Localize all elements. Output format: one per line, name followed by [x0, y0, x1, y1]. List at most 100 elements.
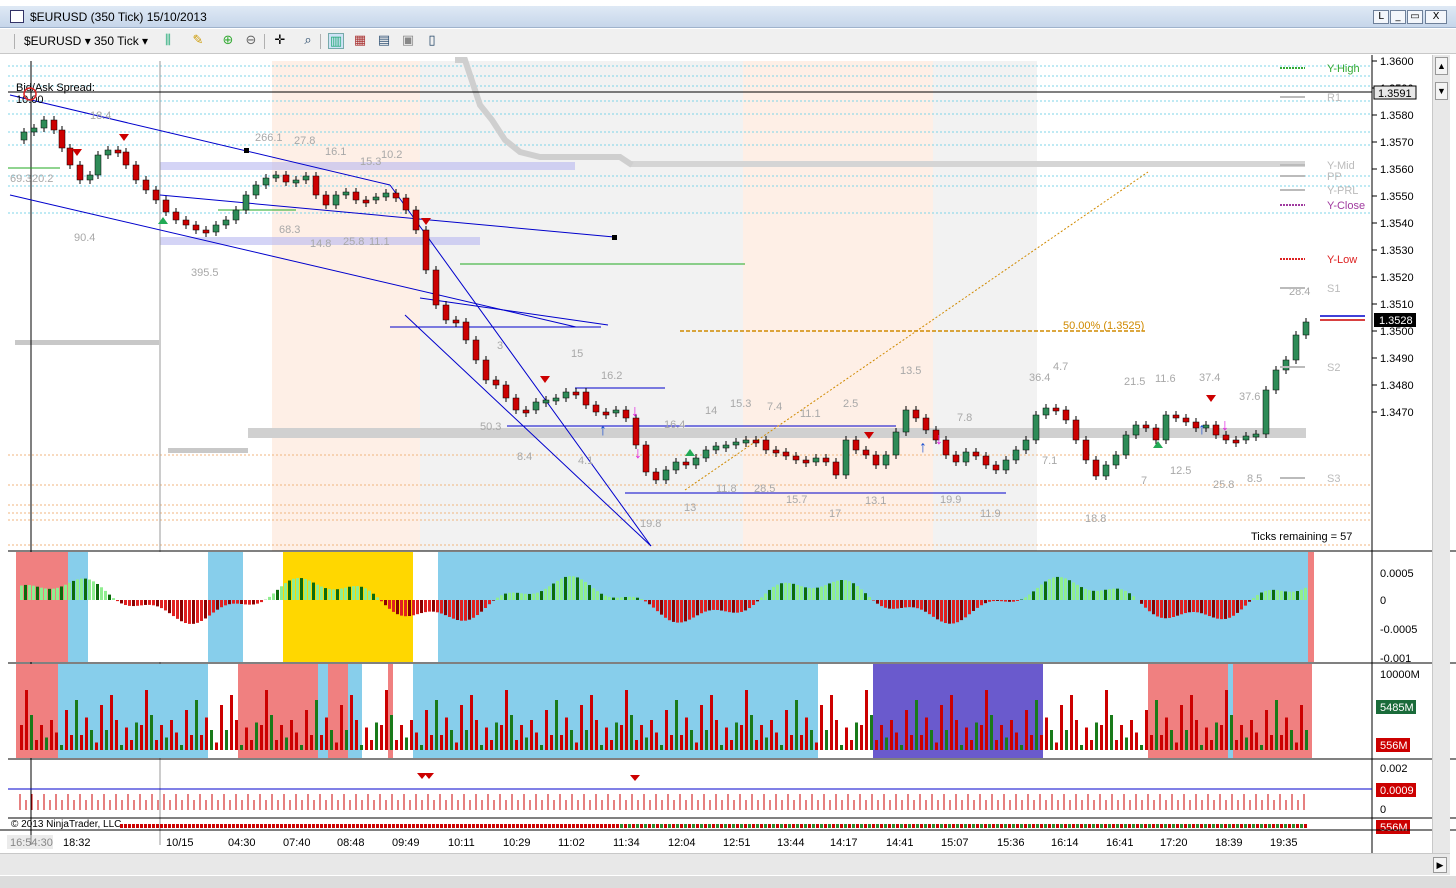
swing-label: 3 [497, 340, 503, 352]
bear-candle [762, 439, 770, 451]
delta-bar [880, 600, 883, 607]
strategies-icon[interactable]: ▤ [376, 33, 392, 49]
volume-bar [375, 722, 378, 750]
bull-candle [252, 184, 260, 196]
copyright: © 2013 NinjaTrader, LLC [11, 819, 121, 830]
bear-candle [1172, 414, 1180, 419]
volume-bar [75, 700, 78, 750]
volume-bar [1035, 700, 1038, 750]
bull-candle [332, 194, 340, 206]
cumulative-bar [548, 824, 551, 828]
bear-candle [132, 164, 140, 181]
scroll-up-icon[interactable]: ▲ [1435, 57, 1448, 75]
cumulative-bar [1188, 824, 1191, 828]
cumulative-bar [200, 824, 203, 828]
volume-bar [490, 740, 493, 750]
volume-bar [370, 740, 373, 750]
price-chart[interactable]: ↑ ↑ ↑ ↓ ↓ ↓ ↓ 69.3 20.2 18.4 90.4 266.1 27.8 16.1 15.3… [0, 55, 1456, 855]
volume-bar [95, 742, 98, 750]
cumulative-bar [1120, 824, 1123, 828]
properties-icon[interactable]: ▣ [400, 33, 416, 49]
bull-candle [812, 457, 820, 463]
instrument-selector[interactable]: $EURUSD ▾ [24, 33, 91, 50]
volume-bar [1125, 737, 1128, 750]
scroll-right-icon[interactable]: ▶ [1433, 857, 1447, 873]
delta-bar [820, 586, 823, 600]
bull-candle [40, 119, 48, 129]
period-selector[interactable]: 350 Tick ▾ [94, 33, 148, 50]
delta-bar [1156, 600, 1159, 617]
delta-bar [272, 593, 275, 600]
cumulative-bar [1060, 824, 1063, 828]
instrument-label: $EURUSD [24, 34, 82, 48]
cumulative-bar [1296, 824, 1299, 828]
delta-bar [1228, 600, 1231, 618]
volume-bar [865, 690, 868, 750]
cumulative-bar [316, 824, 319, 828]
delta-bar [572, 576, 575, 600]
delta-bar [440, 600, 443, 614]
profile-band [630, 161, 1305, 167]
maximize-button[interactable]: ▭ [1407, 10, 1423, 24]
delta-bar [696, 600, 699, 616]
volume-bar [740, 725, 743, 750]
cumulative-bar [1124, 824, 1127, 828]
cumulative-bar [1220, 824, 1223, 828]
cumulative-bar [444, 824, 447, 828]
volume-bar [920, 735, 923, 750]
cumulative-bar [328, 824, 331, 828]
delta-bar [508, 592, 511, 600]
swing-label: 90.4 [74, 232, 95, 244]
cumulative-bar [1152, 824, 1155, 828]
template-icon[interactable]: ▯ [424, 33, 440, 49]
bear-candle [472, 339, 480, 361]
cumulative-bar [224, 824, 227, 828]
buy-arrow-icon: ↑ [1198, 421, 1206, 438]
title-bar[interactable]: $EURUSD (350 Tick) 15/10/2013 L _ ▭ X [0, 6, 1456, 28]
bear-candle [522, 409, 530, 414]
cumulative-bar [172, 824, 175, 828]
close-button[interactable]: X [1425, 10, 1447, 24]
link-button[interactable]: L [1373, 10, 1389, 24]
delta-bar [488, 600, 491, 605]
crosshair-icon[interactable]: ✛ [272, 33, 288, 49]
zoom-out-icon[interactable]: ⊖ [243, 33, 259, 49]
volume-bar [1095, 722, 1098, 750]
volume-bar [760, 725, 763, 750]
chart-style-icon[interactable]: ⫼ [160, 33, 176, 49]
bear-candle [412, 209, 420, 231]
bear-candle [682, 461, 690, 466]
magnify-icon[interactable]: ⌕ [300, 33, 316, 49]
zoom-in-icon[interactable]: ⊕ [220, 33, 236, 49]
volume-bar [1165, 717, 1168, 750]
volume-bar [655, 732, 658, 750]
delta-bar [1168, 600, 1171, 618]
volume-bar [1150, 735, 1153, 750]
price-tick-label: 1.3520 [1380, 272, 1414, 284]
volume-bar [535, 732, 538, 750]
minimize-button[interactable]: _ [1390, 10, 1406, 24]
scroll-down-icon[interactable]: ▼ [1435, 82, 1448, 100]
draw-icon[interactable]: ✎ [190, 33, 206, 49]
bars-icon[interactable]: ▥ [328, 33, 344, 49]
cumulative-bar [816, 824, 819, 828]
volume-bar [570, 730, 573, 750]
swing-label: 19.8 [640, 518, 661, 530]
volume-bar [560, 735, 563, 750]
volume-bar [575, 742, 578, 750]
delta-bar [364, 588, 367, 600]
cumulative-bar [976, 824, 979, 828]
cumulative-bar [1176, 824, 1179, 828]
delta-bar [216, 600, 219, 610]
bull-candle [272, 174, 280, 179]
time-tick-label: 10:29 [503, 837, 531, 849]
delta-bar [116, 600, 119, 602]
vertical-scrollbar[interactable]: ▲ ▼ [1432, 55, 1450, 855]
bear-candle [972, 451, 980, 457]
horizontal-scrollbar[interactable]: ▶ [0, 853, 1450, 875]
swing-label: 2.5 [843, 398, 858, 410]
indicators-icon[interactable]: ▦ [352, 33, 368, 49]
cumulative-bar [492, 824, 495, 828]
volume-badge: 5485M [1380, 702, 1414, 714]
bear-candle [312, 175, 320, 196]
